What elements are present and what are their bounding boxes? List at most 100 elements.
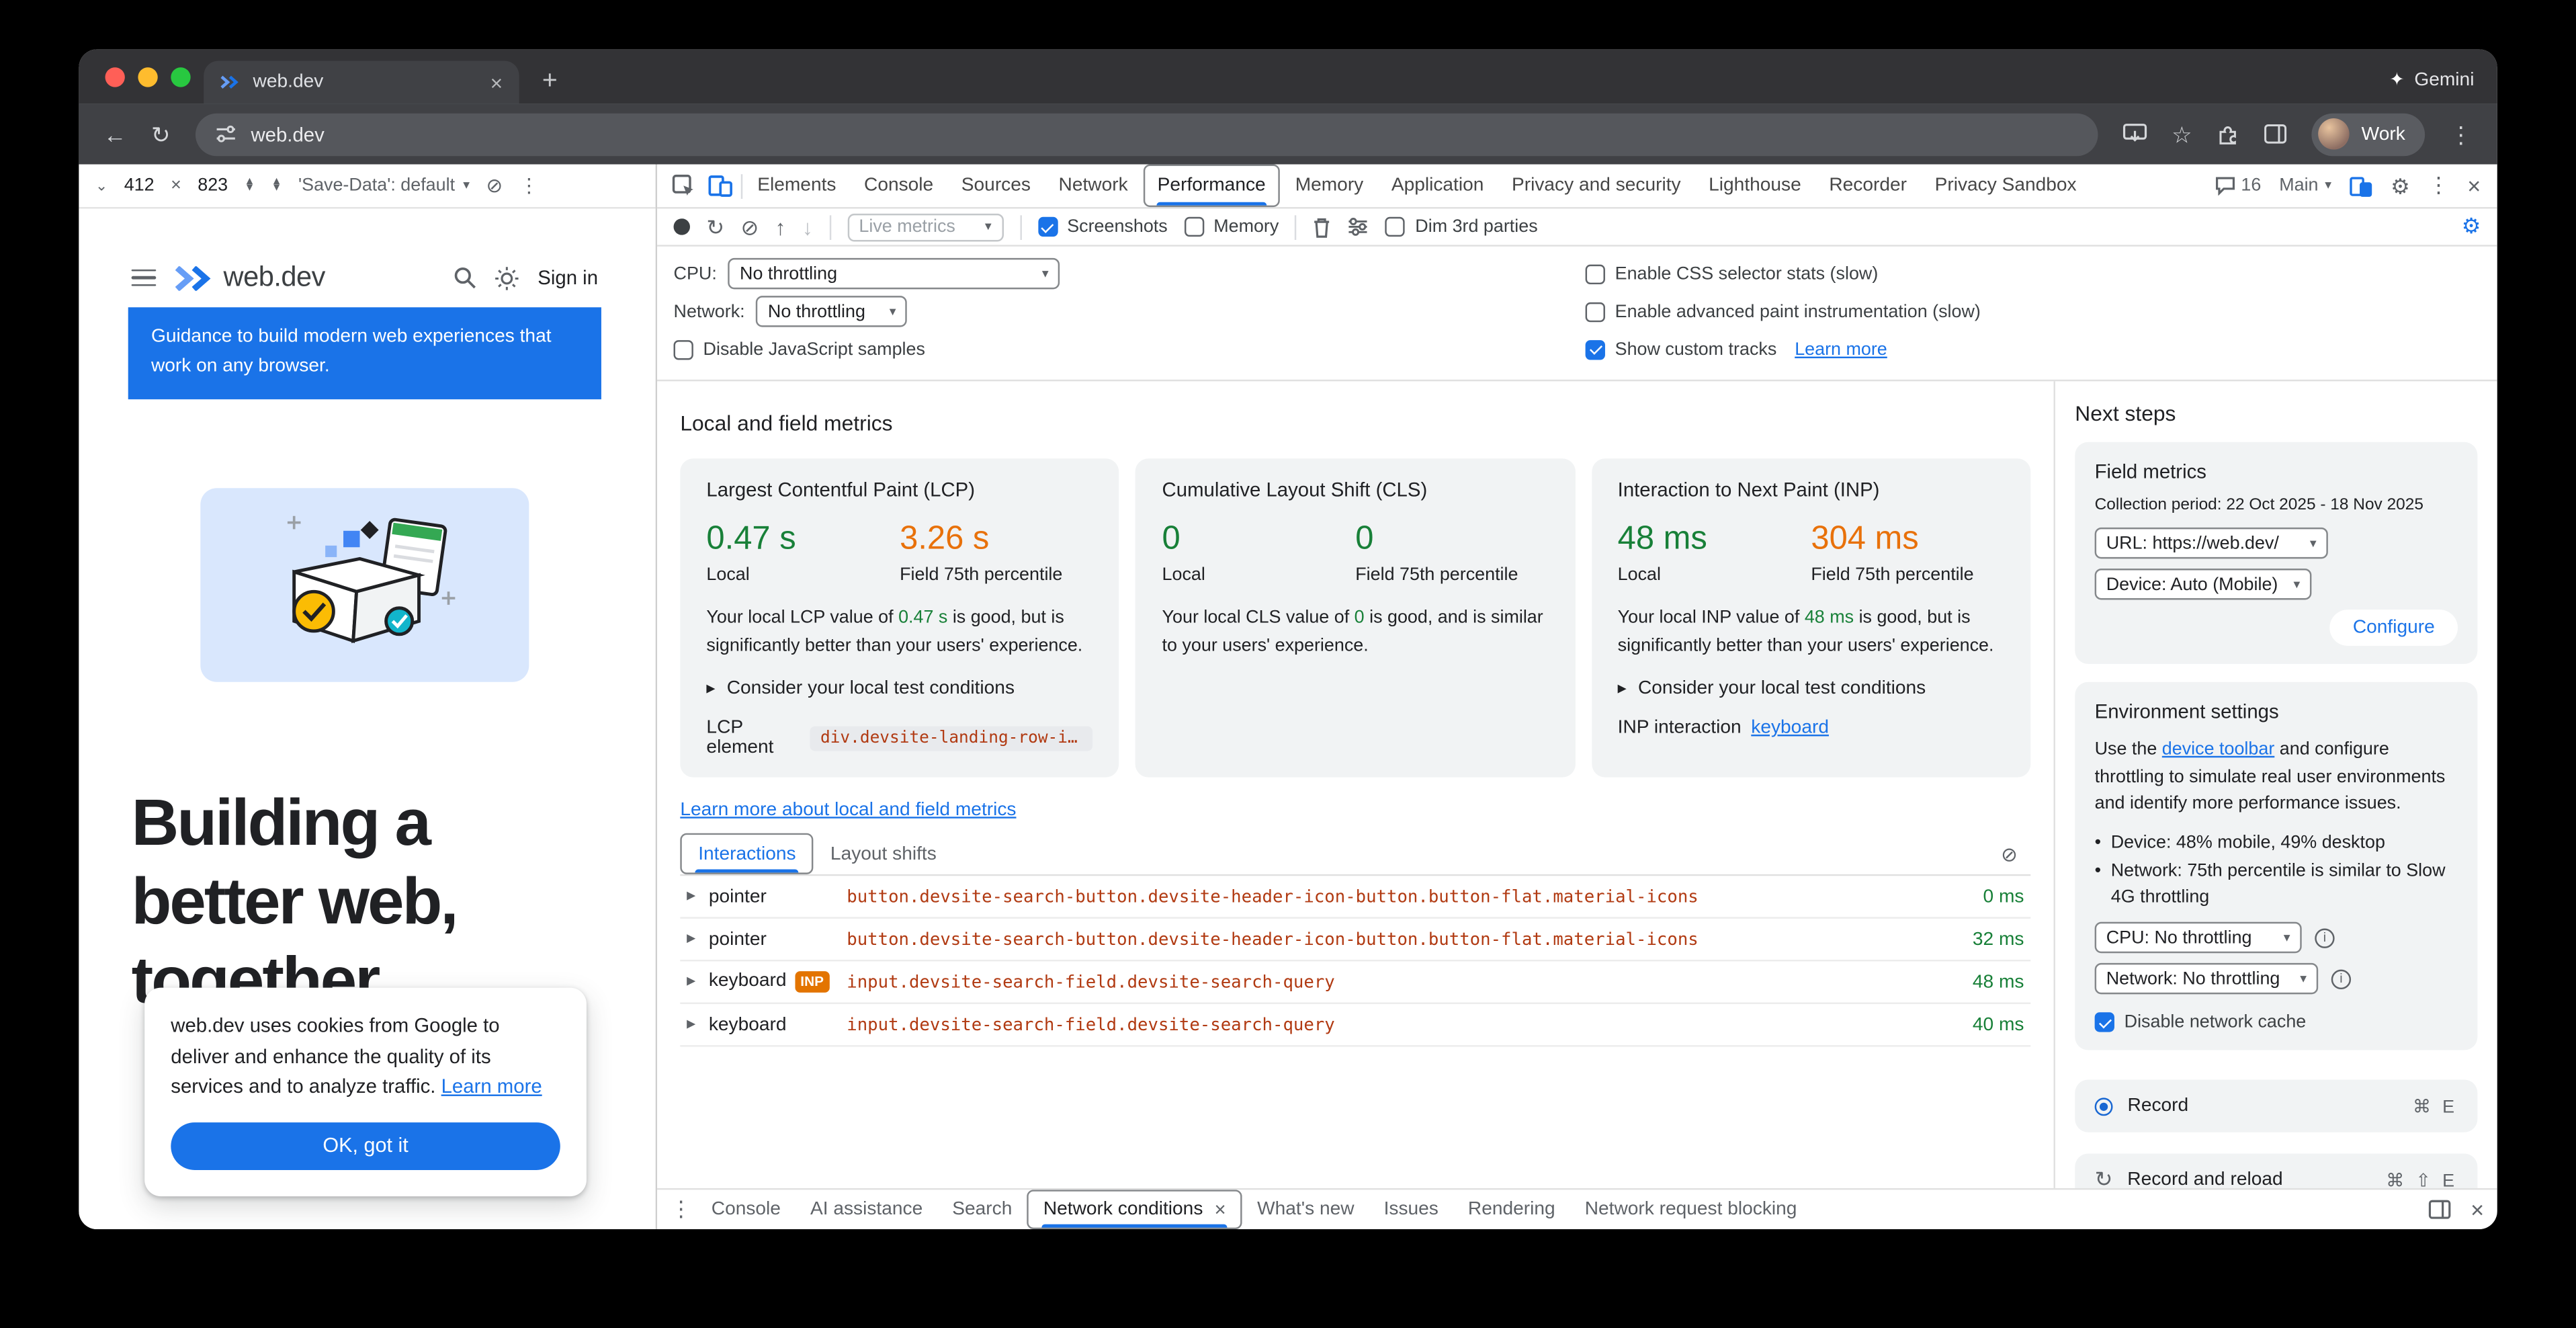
address-bar[interactable]: web.dev — [195, 112, 2098, 155]
device-toolbar-link[interactable]: device toolbar — [2162, 739, 2274, 759]
drawer-tab-network-conditions[interactable]: Network conditions × — [1027, 1190, 1242, 1229]
expand-triangle-icon[interactable]: ▶ — [687, 1019, 695, 1030]
tab-sources[interactable]: Sources — [948, 165, 1043, 208]
lcp-test-conditions-disclosure[interactable]: ▶ Consider your local test conditions — [706, 679, 1092, 698]
tab-layout-shifts[interactable]: Layout shifts — [814, 833, 953, 874]
interaction-row[interactable]: ▶ keyboard input.devsite-search-field.de… — [680, 1004, 2030, 1047]
side-panel-icon[interactable] — [2264, 123, 2287, 144]
configure-button[interactable]: Configure — [2330, 610, 2458, 646]
drawer-tab-issues[interactable]: Issues — [1369, 1190, 1453, 1229]
extensions-icon[interactable] — [2217, 122, 2239, 145]
dimensions-dropdown-icon[interactable]: ⌄ — [95, 178, 108, 193]
disable-js-samples-checkbox[interactable]: Disable JavaScript samples — [674, 339, 925, 359]
inspect-element-icon[interactable] — [672, 174, 695, 197]
upload-profile-icon[interactable]: ↑ — [775, 216, 786, 238]
info-icon[interactable]: i — [2331, 969, 2351, 989]
drawer-tab-network-request-blocking[interactable]: Network request blocking — [1570, 1190, 1812, 1229]
screenshots-checkbox[interactable]: Screenshots — [1037, 217, 1168, 237]
drawer-tab-whats-new[interactable]: What's new — [1242, 1190, 1369, 1229]
tab-recorder[interactable]: Recorder — [1816, 165, 1920, 208]
promo-banner[interactable]: Guidance to build modern web experiences… — [128, 307, 601, 399]
device-toolbar-toggle-icon[interactable] — [708, 174, 733, 197]
interaction-target[interactable]: input.devsite-search-field.devsite-searc… — [847, 1015, 1916, 1034]
close-icon[interactable]: × — [1214, 1200, 1226, 1219]
search-icon[interactable] — [454, 266, 477, 289]
drawer-close-icon[interactable]: × — [2471, 1196, 2484, 1222]
field-device-select[interactable]: Device: Auto (Mobile) ▾ — [2095, 569, 2312, 599]
tab-interactions[interactable]: Interactions — [680, 833, 814, 874]
tab-application[interactable]: Application — [1378, 165, 1497, 208]
console-messages-count[interactable]: 16 — [2215, 176, 2261, 196]
sign-in-link[interactable]: Sign in — [538, 266, 598, 289]
metrics-learn-more-link[interactable]: Learn more about local and field metrics — [680, 800, 1016, 820]
viewport-width-field[interactable]: 412 — [124, 176, 155, 196]
tab-privacy-sandbox[interactable]: Privacy Sandbox — [1922, 165, 2090, 208]
tab-close-icon[interactable]: × — [490, 71, 503, 93]
gemini-button[interactable]: ✦ Gemini — [2389, 69, 2474, 91]
hamburger-menu-icon[interactable] — [132, 269, 157, 286]
devtools-close-icon[interactable]: × — [2467, 173, 2481, 199]
tab-privacy-security[interactable]: Privacy and security — [1498, 165, 1694, 208]
expand-triangle-icon[interactable]: ▶ — [687, 933, 695, 945]
drawer-tab-ai-assistance[interactable]: AI assistance — [796, 1190, 937, 1229]
interaction-target[interactable]: button.devsite-search-button.devsite-hea… — [847, 929, 1916, 949]
collect-garbage-icon[interactable] — [1314, 216, 1332, 238]
tab-memory[interactable]: Memory — [1282, 165, 1377, 208]
clear-icon[interactable]: ⊘ — [741, 216, 759, 238]
drawer-menu-icon[interactable]: ⋮ — [671, 1196, 692, 1222]
reload-button[interactable]: ↻ — [151, 122, 171, 145]
new-tab-button[interactable]: + — [542, 69, 558, 95]
info-icon[interactable]: i — [2315, 928, 2334, 948]
drawer-tab-rendering[interactable]: Rendering — [1453, 1190, 1570, 1229]
webdev-logo[interactable]: web.dev — [174, 261, 325, 294]
zoom-stepper[interactable]: ▲▼ — [245, 180, 255, 192]
devtools-menu-icon[interactable]: ⋮ — [2428, 173, 2450, 199]
capture-settings-icon[interactable] — [1348, 217, 1369, 237]
interaction-target[interactable]: button.devsite-search-button.devsite-hea… — [847, 886, 1916, 906]
tab-network[interactable]: Network — [1045, 165, 1141, 208]
expand-triangle-icon[interactable]: ▶ — [687, 976, 695, 987]
toggle-drawer-icon[interactable] — [2428, 1200, 2451, 1219]
download-profile-icon[interactable]: ↓ — [802, 216, 813, 238]
record-and-reload-icon[interactable]: ↻ — [706, 216, 724, 238]
interaction-row[interactable]: ▶ pointer button.devsite-search-button.d… — [680, 919, 2030, 962]
viewport-height-field[interactable]: 823 — [198, 176, 228, 196]
screencast-icon[interactable] — [2350, 175, 2372, 196]
save-data-dropdown[interactable]: 'Save-Data': default ▾ — [298, 176, 470, 196]
interaction-target[interactable]: input.devsite-search-field.devsite-searc… — [847, 972, 1916, 991]
tab-lighthouse[interactable]: Lighthouse — [1696, 165, 1815, 208]
window-close-button[interactable] — [105, 67, 124, 87]
window-minimize-button[interactable] — [138, 67, 157, 87]
dim-third-parties-checkbox[interactable]: Dim 3rd parties — [1385, 217, 1537, 237]
cookie-learn-more-link[interactable]: Learn more — [441, 1075, 542, 1098]
devtools-settings-gear-icon[interactable]: ⚙ — [2391, 175, 2410, 196]
inp-interaction-link[interactable]: keyboard — [1751, 718, 1829, 738]
field-url-select[interactable]: URL: https://web.dev/ ▾ — [2095, 528, 2328, 558]
drawer-tab-console[interactable]: Console — [697, 1190, 796, 1229]
dpr-stepper[interactable]: ▲▼ — [271, 180, 282, 192]
memory-checkbox[interactable]: Memory — [1184, 217, 1279, 237]
back-button[interactable]: ← — [103, 122, 126, 145]
browser-tab[interactable]: web.dev × — [204, 60, 519, 103]
lcp-element-link[interactable]: div.devsite-landing-row-item-d… — [810, 726, 1093, 751]
drawer-tab-search[interactable]: Search — [937, 1190, 1027, 1229]
cpu-throttling-select[interactable]: No throttling ▾ — [728, 258, 1060, 289]
throttling-icon[interactable]: ⊘ — [486, 174, 503, 197]
browser-menu-icon[interactable]: ⋮ — [2450, 122, 2473, 145]
perf-settings-gear-icon[interactable]: ⚙ — [2462, 214, 2481, 240]
cookie-accept-button[interactable]: OK, got it — [171, 1122, 560, 1170]
bookmark-star-icon[interactable]: ☆ — [2172, 122, 2192, 145]
tab-elements[interactable]: Elements — [744, 165, 849, 208]
device-toolbar-menu-icon[interactable]: ⋮ — [519, 174, 539, 197]
custom-tracks-checkbox[interactable]: Show custom tracks — [1586, 339, 1777, 359]
env-network-select[interactable]: Network: No throttling ▾ — [2095, 964, 2319, 995]
network-throttling-select[interactable]: No throttling ▾ — [757, 296, 908, 327]
history-dropdown[interactable]: Live metrics ▾ — [847, 213, 1003, 241]
interaction-row[interactable]: ▶ pointer button.devsite-search-button.d… — [680, 876, 2030, 919]
env-cpu-select[interactable]: CPU: No throttling ▾ — [2095, 923, 2302, 954]
install-icon[interactable] — [2122, 122, 2147, 145]
interaction-row[interactable]: ▶ keyboard INP input.devsite-search-fiel… — [680, 961, 2030, 1004]
disable-network-cache-checkbox[interactable]: Disable network cache — [2095, 1013, 2458, 1032]
tab-performance[interactable]: Performance — [1143, 165, 1281, 208]
clear-log-icon[interactable]: ⊘ — [2001, 842, 2030, 865]
